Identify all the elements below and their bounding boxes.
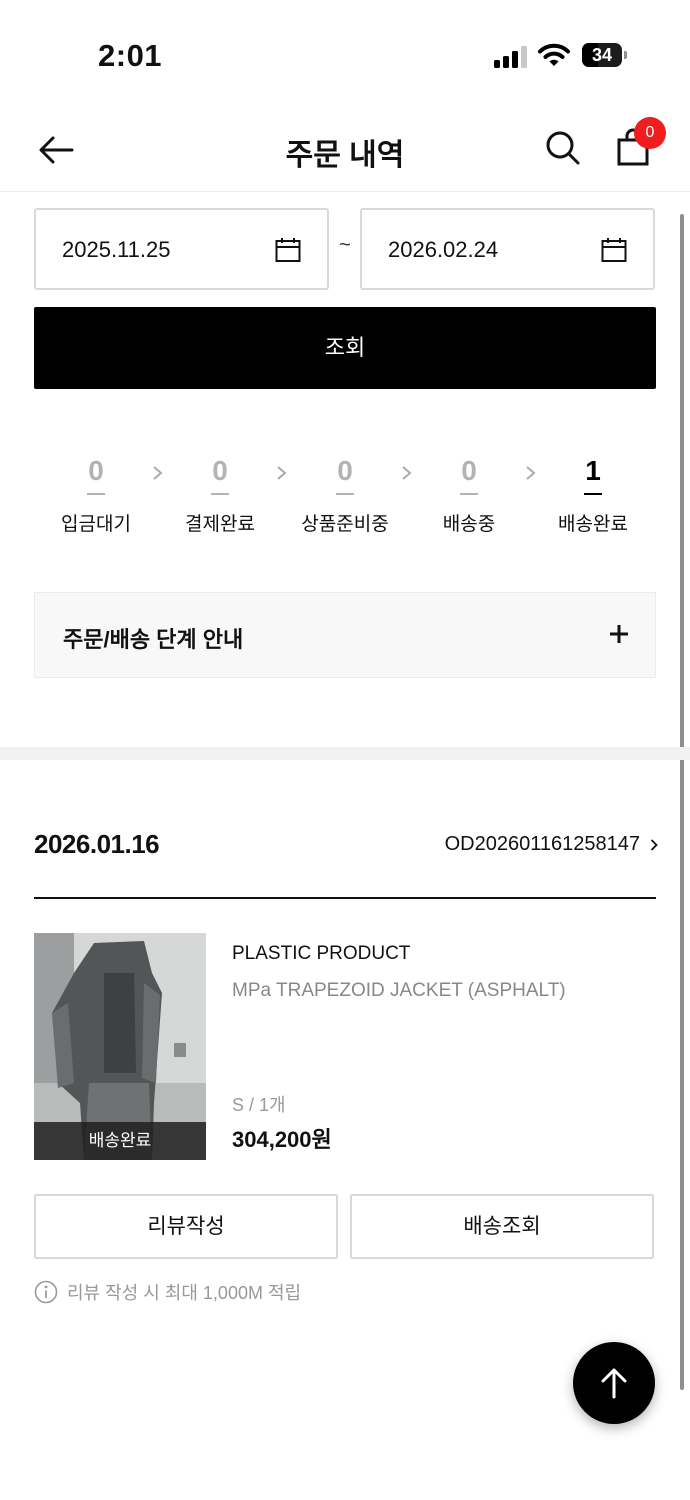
track-delivery-button[interactable]: 배송조회 bbox=[350, 1194, 654, 1259]
order-number: OD202601161258147 bbox=[444, 833, 640, 855]
step-label: 배송중 bbox=[442, 514, 496, 535]
notice-text: 리뷰 작성 시 최대 1,000M 적립 bbox=[67, 1283, 302, 1303]
search-submit-button[interactable]: 조회 bbox=[34, 307, 656, 389]
cart-count-badge: 0 bbox=[634, 117, 666, 149]
signal-icon bbox=[494, 44, 528, 68]
end-date-value: 2026.02.24 bbox=[388, 237, 499, 262]
order-status-steps: 0 입금대기 0 결제완료 0 상품준비중 0 배송중 1 배송완료 bbox=[0, 455, 690, 555]
scrollbar[interactable] bbox=[680, 214, 684, 1390]
step-delivered[interactable]: 1 배송완료 bbox=[523, 455, 663, 536]
step-awaiting-deposit[interactable]: 0 입금대기 bbox=[26, 455, 166, 536]
guide-label: 주문/배송 단계 안내 bbox=[63, 627, 244, 652]
write-review-button[interactable]: 리뷰작성 bbox=[34, 1194, 338, 1259]
product-price: 304,200원 bbox=[232, 1127, 332, 1152]
product-image[interactable]: 배송완료 bbox=[34, 933, 206, 1160]
product-brand: PLASTIC PRODUCT bbox=[232, 943, 411, 964]
wifi-icon bbox=[538, 42, 570, 68]
step-preparing[interactable]: 0 상품준비중 bbox=[275, 455, 415, 536]
step-label: 입금대기 bbox=[61, 514, 131, 535]
search-icon bbox=[546, 131, 580, 165]
calendar-icon bbox=[601, 238, 627, 262]
app-header: 주문 내역 0 bbox=[0, 100, 690, 192]
step-shipping[interactable]: 0 배송중 bbox=[399, 455, 539, 536]
step-label: 배송완료 bbox=[558, 514, 628, 535]
battery-icon: 34 bbox=[582, 43, 628, 67]
search-button[interactable] bbox=[543, 128, 583, 168]
step-count: 0 bbox=[460, 455, 478, 495]
chevron-right-icon bbox=[650, 838, 658, 851]
status-time: 2:01 bbox=[98, 38, 163, 73]
info-icon bbox=[34, 1280, 58, 1304]
battery-level-text: 34 bbox=[591, 45, 613, 65]
scroll-to-top-button[interactable] bbox=[573, 1342, 655, 1424]
order-number-link[interactable]: OD202601161258147 bbox=[445, 833, 658, 856]
step-payment-complete[interactable]: 0 결제완료 bbox=[150, 455, 290, 536]
status-bar: 2:01 34 bbox=[0, 0, 690, 100]
date-range-separator: ~ bbox=[339, 234, 351, 256]
product-status-overlay: 배송완료 bbox=[34, 1122, 206, 1160]
product-name[interactable]: MPa TRAPEZOID JACKET (ASPHALT) bbox=[232, 980, 566, 1002]
start-date-field[interactable]: 2025.11.25 bbox=[34, 208, 329, 290]
step-count: 0 bbox=[211, 455, 229, 495]
step-label: 결제완료 bbox=[185, 514, 255, 535]
step-count: 0 bbox=[87, 455, 105, 495]
plus-icon bbox=[610, 625, 628, 643]
product-option: S / 1개 bbox=[232, 1095, 286, 1115]
end-date-field[interactable]: 2026.02.24 bbox=[360, 208, 655, 290]
order-steps-guide-accordion[interactable]: 주문/배송 단계 안내 bbox=[34, 592, 656, 678]
step-label: 상품준비중 bbox=[301, 514, 389, 535]
section-divider bbox=[0, 747, 690, 760]
order-divider bbox=[34, 897, 656, 899]
review-reward-notice: 리뷰 작성 시 최대 1,000M 적립 bbox=[34, 1279, 301, 1305]
calendar-icon bbox=[275, 238, 301, 262]
step-count: 0 bbox=[336, 455, 354, 495]
arrow-up-icon bbox=[601, 1368, 627, 1399]
step-count: 1 bbox=[584, 455, 602, 495]
page-title: 주문 내역 bbox=[285, 139, 405, 172]
order-date: 2026.01.16 bbox=[34, 829, 160, 859]
start-date-value: 2025.11.25 bbox=[62, 237, 171, 262]
